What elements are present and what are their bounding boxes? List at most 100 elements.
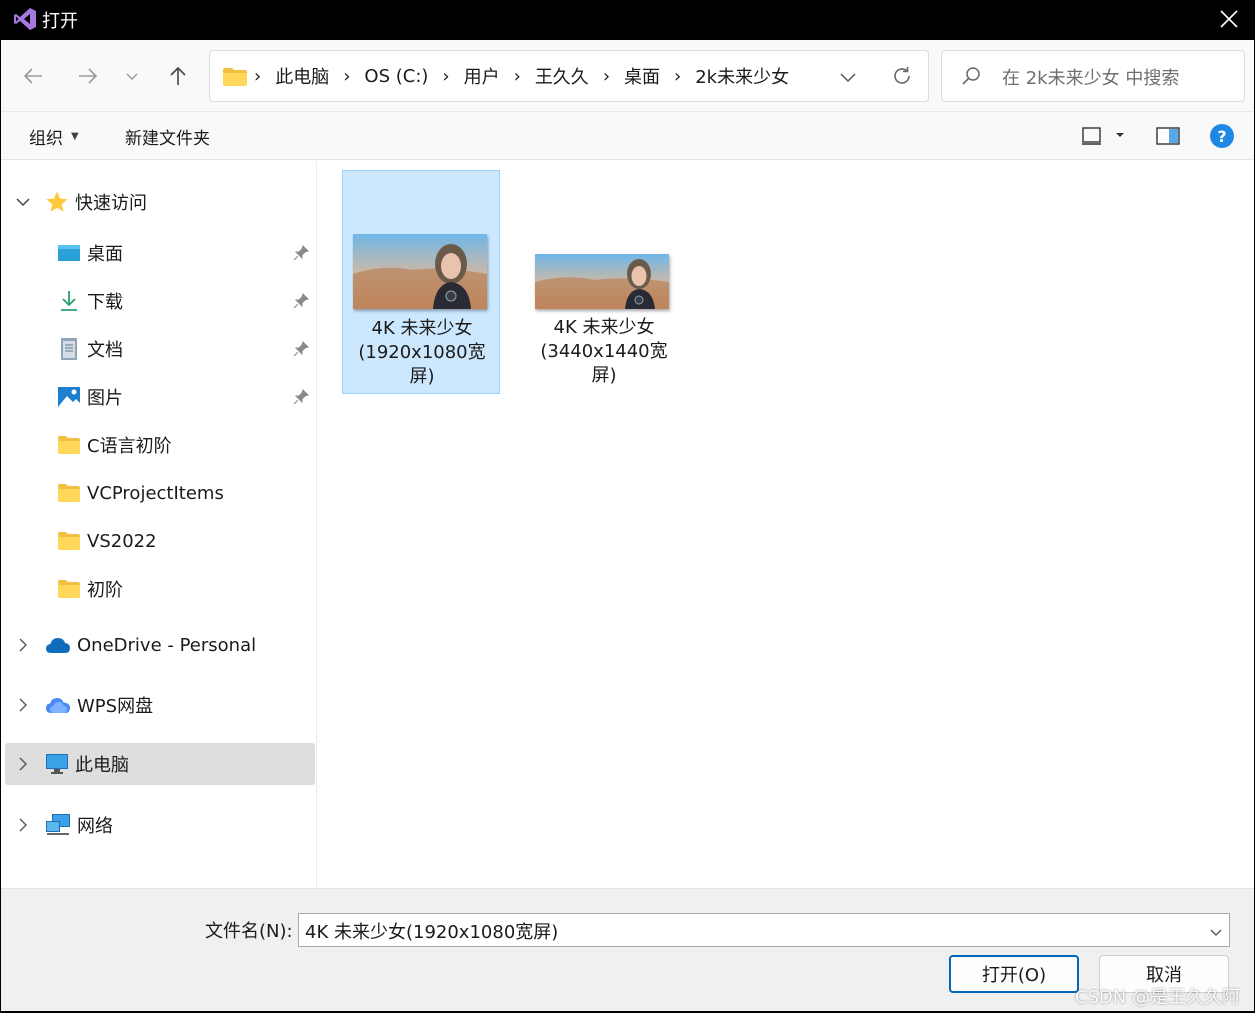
navigation-bar: › 此电脑 › OS (C:) › 用户 › 王久久 › 桌面 › 2k未来少女	[1, 40, 1254, 112]
sidebar-item-label: OneDrive - Personal	[77, 634, 257, 656]
file-name: 4K 未来少女(3440x1440宽屏)	[540, 317, 668, 386]
open-file-dialog: › 此电脑 › OS (C:) › 用户 › 王久久 › 桌面 › 2k未来少女	[1, 40, 1254, 1011]
folder-icon	[58, 436, 80, 454]
sidebar-item-label: VCProjectItems	[87, 482, 224, 504]
file-list: 4K 未来少女(1920x1080宽屏) 4K 未来少女(3440x1440宽屏…	[318, 161, 1254, 888]
pictures-icon	[58, 387, 80, 407]
folder-icon	[223, 68, 247, 86]
sidebar-item-downloads[interactable]: 下载	[57, 281, 315, 321]
arrow-left-icon	[23, 68, 42, 84]
sidebar-item-label: WPS网盘	[77, 696, 154, 717]
sidebar-item-this-pc[interactable]: 此电脑	[5, 743, 315, 785]
download-icon	[61, 291, 77, 311]
crumb-this-pc[interactable]: 此电脑	[273, 63, 331, 89]
crumb-desktop[interactable]: 桌面	[622, 63, 662, 89]
caret-down-icon: ▼	[71, 131, 79, 142]
pin-icon[interactable]	[293, 389, 309, 405]
file-name: 4K 未来少女(1920x1080宽屏)	[358, 318, 486, 387]
sidebar-item-label: 快速访问	[75, 193, 147, 214]
up-button[interactable]	[164, 62, 192, 90]
sidebar-item-label: 文档	[87, 340, 123, 361]
filename-label: 文件名(N):	[205, 921, 293, 942]
pin-icon[interactable]	[293, 293, 309, 309]
sidebar-item-folder-c[interactable]: C语言初阶	[57, 425, 172, 465]
star-icon	[46, 191, 68, 212]
search-placeholder: 在 2k未来少女 中搜索	[1002, 68, 1180, 89]
crumb-current-folder[interactable]: 2k未来少女	[693, 63, 791, 89]
sidebar-item-label: 此电脑	[75, 755, 129, 776]
crumb-drive-c[interactable]: OS (C:)	[362, 66, 430, 87]
wps-cloud-icon	[46, 698, 70, 713]
chevron-right-icon	[19, 757, 27, 771]
cloud-icon	[46, 638, 70, 653]
sidebar-item-label: 桌面	[87, 244, 123, 265]
sidebar-item-quick-access[interactable]: 快速访问	[13, 185, 147, 219]
sidebar-item-label: VS2022	[87, 530, 157, 552]
help-button[interactable]: ?	[1210, 124, 1234, 152]
window-title: 打开	[42, 11, 78, 32]
search-input[interactable]: 在 2k未来少女 中搜索	[941, 50, 1245, 102]
sidebar-item-desktop[interactable]: 桌面	[57, 233, 315, 273]
folder-icon	[58, 580, 80, 598]
computer-icon	[46, 754, 68, 774]
sidebar-item-documents[interactable]: 文档	[57, 329, 315, 369]
chevron-down-icon	[16, 198, 30, 207]
chevron-down-icon[interactable]	[1208, 924, 1224, 940]
sidebar-item-beginner[interactable]: 初阶	[57, 569, 123, 609]
sidebar-item-label: 初阶	[87, 580, 123, 601]
chevron-down-icon	[126, 73, 138, 80]
image-thumbnail	[535, 254, 669, 309]
preview-pane-button[interactable]	[1156, 126, 1180, 150]
folder-icon	[58, 484, 80, 502]
chevron-down-icon[interactable]	[838, 67, 858, 87]
view-options-button[interactable]	[1081, 126, 1131, 150]
pin-icon[interactable]	[293, 245, 309, 261]
organize-button[interactable]: 组织 ▼	[29, 124, 79, 149]
sidebar-item-vcprojectitems[interactable]: VCProjectItems	[57, 473, 224, 513]
command-bar: 组织 ▼ 新建文件夹 ?	[1, 112, 1254, 160]
crumb-users[interactable]: 用户	[462, 63, 502, 89]
open-button[interactable]: 打开(O)	[949, 955, 1079, 993]
breadcrumb: › 此电脑 › OS (C:) › 用户 › 王久久 › 桌面 › 2k未来少女	[254, 51, 791, 101]
new-folder-label: 新建文件夹	[125, 129, 210, 149]
sidebar-item-wps[interactable]: WPS网盘	[13, 685, 153, 725]
sidebar-item-label: C语言初阶	[87, 436, 172, 457]
title-bar: 打开	[0, 0, 1255, 40]
chevron-right-icon	[19, 818, 27, 832]
dialog-footer: 文件名(N): 4K 未来少女(1920x1080宽屏) 打开(O) 取消 CS…	[1, 888, 1254, 1011]
svg-text:?: ?	[1217, 127, 1226, 146]
crumb-user[interactable]: 王久久	[533, 63, 591, 89]
sidebar-item-pictures[interactable]: 图片	[57, 377, 315, 417]
pin-icon[interactable]	[293, 341, 309, 357]
preview-pane-icon	[1156, 127, 1180, 145]
watermark: CSDN @是王久久阿	[1074, 987, 1240, 1008]
thumbnail-image	[353, 234, 487, 309]
sidebar-item-vs2022[interactable]: VS2022	[57, 521, 157, 561]
view-icon	[1082, 127, 1124, 145]
new-folder-button[interactable]: 新建文件夹	[125, 124, 210, 149]
address-bar[interactable]: › 此电脑 › OS (C:) › 用户 › 王久久 › 桌面 › 2k未来少女	[209, 50, 929, 102]
recent-locations-button[interactable]	[118, 62, 146, 90]
search-icon	[962, 67, 980, 85]
network-icon	[46, 814, 70, 835]
image-thumbnail	[353, 234, 487, 309]
document-icon	[61, 338, 77, 360]
organize-label: 组织	[29, 129, 63, 149]
navigation-pane: 快速访问 桌面 下载 文档 图片 C语言初阶 VCProjectItems VS…	[1, 161, 317, 888]
back-button[interactable]	[19, 62, 47, 90]
close-icon[interactable]	[1217, 7, 1241, 31]
sidebar-item-onedrive[interactable]: OneDrive - Personal	[13, 625, 256, 665]
filename-field[interactable]: 4K 未来少女(1920x1080宽屏)	[298, 913, 1230, 947]
arrow-right-icon	[79, 68, 98, 84]
sidebar-item-network[interactable]: 网络	[13, 805, 113, 845]
arrow-up-icon	[170, 66, 186, 85]
forward-button[interactable]	[74, 62, 102, 90]
desktop-icon	[58, 245, 80, 261]
chevron-right-icon	[19, 638, 27, 652]
visual-studio-icon	[14, 8, 36, 30]
file-item[interactable]: 4K 未来少女(3440x1440宽屏)	[525, 170, 683, 394]
refresh-icon[interactable]	[890, 64, 914, 88]
thumbnail-image	[535, 254, 669, 309]
help-icon: ?	[1210, 124, 1234, 148]
file-item[interactable]: 4K 未来少女(1920x1080宽屏)	[342, 170, 500, 394]
